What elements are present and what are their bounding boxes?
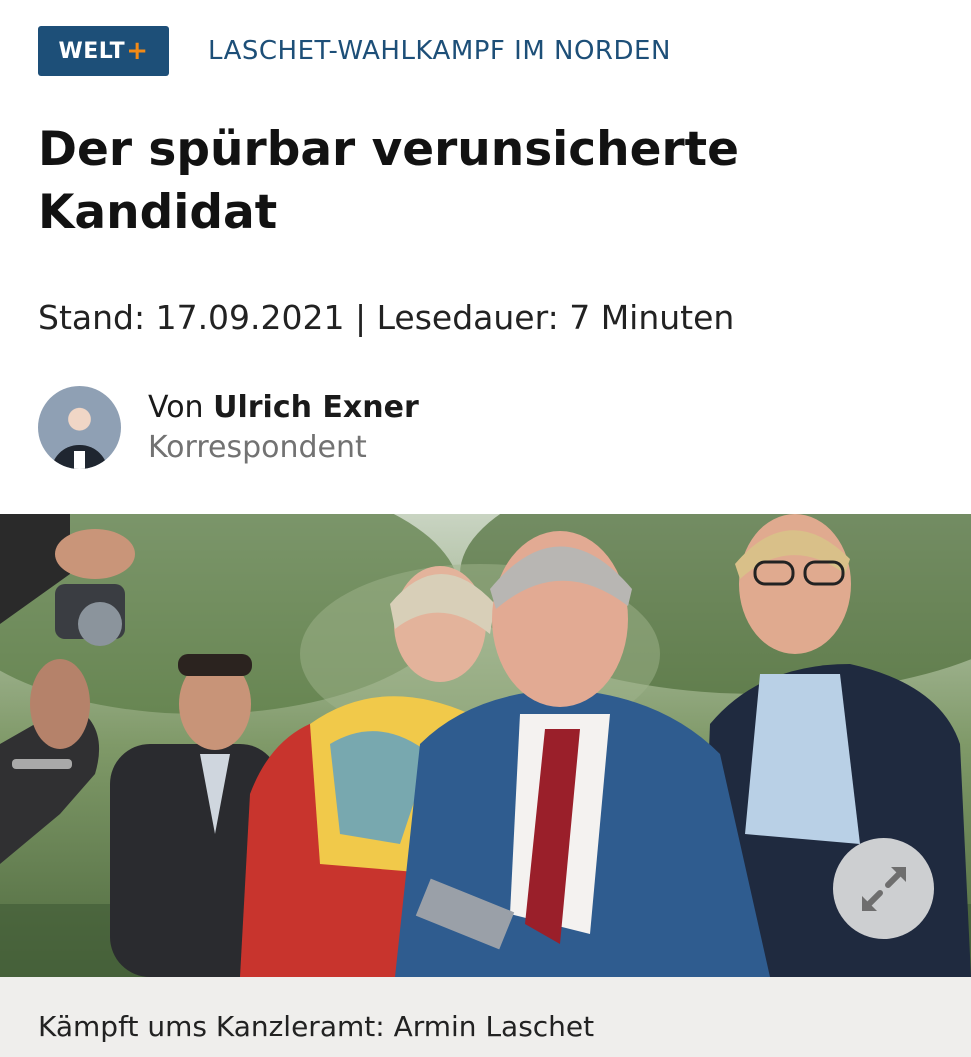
- expand-arrows-icon: [861, 866, 906, 911]
- image-caption: Kämpft ums Kanzleramt: Armin Laschet: [38, 1010, 595, 1043]
- headline-line-2: Kandidat: [38, 185, 278, 240]
- author-byline: Von Ulrich Exner: [148, 388, 419, 428]
- article-kicker[interactable]: LASCHET-WAHLKAMPF IM NORDEN: [208, 36, 671, 66]
- author-prefix: Von: [148, 389, 214, 425]
- headline-line-1: Der spürbar verunsicherte: [38, 122, 740, 177]
- article-hero-image[interactable]: [0, 514, 971, 977]
- article-topline: WELT + LASCHET-WAHLKAMPF IM NORDEN: [38, 26, 671, 76]
- article-meta: Stand: 17.09.2021 | Lesedauer: 7 Minuten: [38, 298, 735, 337]
- author-text: Von Ulrich Exner Korrespondent: [148, 388, 419, 468]
- welt-plus-logo[interactable]: WELT +: [38, 26, 169, 76]
- author-avatar[interactable]: [38, 386, 121, 469]
- expand-image-button[interactable]: [833, 838, 934, 939]
- author-block[interactable]: Von Ulrich Exner Korrespondent: [38, 386, 419, 469]
- hero-image-illustration: [0, 514, 971, 977]
- logo-text: WELT: [58, 38, 126, 64]
- author-name[interactable]: Ulrich Exner: [213, 390, 419, 425]
- avatar-shirt: [74, 451, 85, 469]
- article-page: WELT + LASCHET-WAHLKAMPF IM NORDEN Der sp…: [0, 0, 971, 1057]
- logo-plus: +: [126, 36, 149, 66]
- author-role: Korrespondent: [148, 429, 367, 465]
- article-headline: Der spürbar verunsicherte Kandidat: [38, 118, 938, 244]
